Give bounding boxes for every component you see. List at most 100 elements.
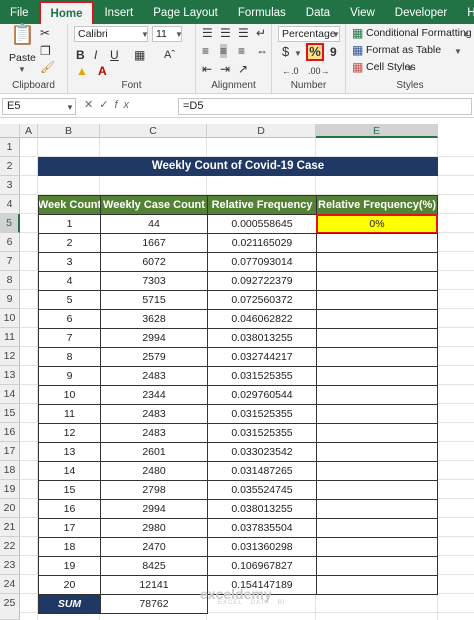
wrap-text-icon[interactable]: ↵ xyxy=(256,26,266,40)
format-as-table-button[interactable]: Format as Table xyxy=(366,44,441,56)
cell-week-count[interactable]: 9 xyxy=(38,366,101,386)
cell-relative-frequency[interactable]: 0.038013255 xyxy=(207,328,317,348)
cell-relative-frequency[interactable]: 0.031487265 xyxy=(207,461,317,481)
enter-icon[interactable]: ✓ xyxy=(99,99,114,111)
cancel-icon[interactable]: ✕ xyxy=(84,99,99,111)
row-header-5[interactable]: 5 xyxy=(0,214,20,233)
align-right-icon[interactable]: ≡ xyxy=(238,44,245,58)
row-header-19[interactable]: 19 xyxy=(0,480,20,499)
sum-label-cell[interactable]: SUM xyxy=(38,594,101,614)
cell-week-count[interactable]: 20 xyxy=(38,575,101,595)
row-header-11[interactable]: 11 xyxy=(0,328,20,347)
align-middle-icon[interactable]: ☰ xyxy=(220,26,231,40)
row-header-16[interactable]: 16 xyxy=(0,423,20,442)
conditional-formatting-button[interactable]: Conditional Formatting xyxy=(366,27,472,39)
tab-file[interactable]: File xyxy=(0,2,39,24)
underline-button[interactable]: U xyxy=(110,48,119,62)
increase-decimal-icon[interactable]: ←.0 xyxy=(282,64,299,78)
cell-weekly-case-count[interactable]: 5715 xyxy=(100,290,208,310)
row-header-14[interactable]: 14 xyxy=(0,385,20,404)
align-bottom-icon[interactable]: ☰ xyxy=(238,26,249,40)
row-header-9[interactable]: 9 xyxy=(0,290,20,309)
cell-week-count[interactable]: 13 xyxy=(38,442,101,462)
active-cell-e5[interactable]: 0% xyxy=(316,214,438,234)
increase-indent-icon[interactable]: ⇥ xyxy=(220,62,230,76)
tab-view[interactable]: View xyxy=(340,2,385,24)
cell-week-count[interactable]: 8 xyxy=(38,347,101,367)
cell-weekly-case-count[interactable]: 2601 xyxy=(100,442,208,462)
align-top-icon[interactable]: ☰ xyxy=(202,26,213,40)
row-header-4[interactable]: 4 xyxy=(0,195,20,214)
font-name-dropdown-icon[interactable]: ▼ xyxy=(141,30,149,39)
column-header-e[interactable]: E xyxy=(316,124,438,138)
cell-relative-frequency[interactable]: 0.035524745 xyxy=(207,480,317,500)
cell-weekly-case-count[interactable]: 2483 xyxy=(100,404,208,424)
header-relative-frequency[interactable]: Relative Frequency xyxy=(207,195,317,215)
row-header-22[interactable]: 22 xyxy=(0,537,20,556)
cell-relative-frequency-percent[interactable] xyxy=(316,537,438,557)
conditional-formatting-dropdown-icon[interactable]: ▼ xyxy=(462,30,470,39)
cell-relative-frequency[interactable]: 0.038013255 xyxy=(207,499,317,519)
cell-relative-frequency[interactable]: 0.031525355 xyxy=(207,366,317,386)
cell-weekly-case-count[interactable]: 2980 xyxy=(100,518,208,538)
cell-week-count[interactable]: 15 xyxy=(38,480,101,500)
cell-relative-frequency-percent[interactable] xyxy=(316,309,438,329)
cell-weekly-case-count[interactable]: 2798 xyxy=(100,480,208,500)
cell-weekly-case-count[interactable]: 2994 xyxy=(100,328,208,348)
row-header-25[interactable]: 25 xyxy=(0,594,20,620)
comma-style-button[interactable]: 9 xyxy=(330,45,337,59)
orientation-icon[interactable]: ↗ xyxy=(238,62,248,76)
cell-week-count[interactable]: 4 xyxy=(38,271,101,291)
cell-relative-frequency[interactable]: 0.033023542 xyxy=(207,442,317,462)
cell-weekly-case-count[interactable]: 2344 xyxy=(100,385,208,405)
cell-relative-frequency-percent[interactable] xyxy=(316,404,438,424)
cell-week-count[interactable]: 17 xyxy=(38,518,101,538)
decrease-decimal-icon[interactable]: .00→ xyxy=(308,64,330,78)
name-box[interactable]: E5 xyxy=(2,98,76,115)
cell-weekly-case-count[interactable]: 2480 xyxy=(100,461,208,481)
cell-relative-frequency-percent[interactable] xyxy=(316,518,438,538)
cell-week-count[interactable]: 16 xyxy=(38,499,101,519)
cell-styles-icon[interactable]: ▦ xyxy=(352,60,363,74)
select-all-corner[interactable] xyxy=(0,124,20,138)
cell-relative-frequency[interactable]: 0.046062822 xyxy=(207,309,317,329)
column-header-b[interactable]: B xyxy=(38,124,100,138)
number-format-dropdown-icon[interactable]: ▼ xyxy=(332,30,340,39)
merge-center-icon[interactable]: ⇔ xyxy=(256,44,268,58)
row-header-8[interactable]: 8 xyxy=(0,271,20,290)
align-left-icon[interactable]: ≡ xyxy=(202,44,209,58)
insert-function-icon[interactable]: fx xyxy=(114,99,135,111)
paste-button[interactable]: Paste xyxy=(9,52,36,64)
paste-icon[interactable]: 📋 xyxy=(10,25,35,45)
cell-relative-frequency-percent[interactable] xyxy=(316,499,438,519)
cell-week-count[interactable]: 11 xyxy=(38,404,101,424)
cell-week-count[interactable]: 6 xyxy=(38,309,101,329)
row-header-13[interactable]: 13 xyxy=(0,366,20,385)
tab-page-layout[interactable]: Page Layout xyxy=(143,2,228,24)
cell-weekly-case-count[interactable]: 2470 xyxy=(100,537,208,557)
currency-button[interactable]: $ xyxy=(282,45,289,59)
cell-relative-frequency-percent[interactable] xyxy=(316,575,438,595)
grow-font-icon[interactable]: Aˆ xyxy=(164,48,175,62)
row-header-21[interactable]: 21 xyxy=(0,518,20,537)
cell-week-count[interactable]: 2 xyxy=(38,233,101,253)
font-size-dropdown-icon[interactable]: ▼ xyxy=(175,30,183,39)
borders-icon[interactable]: ▦ xyxy=(134,48,145,62)
cell-relative-frequency-percent[interactable] xyxy=(316,442,438,462)
cell-weekly-case-count[interactable]: 3628 xyxy=(100,309,208,329)
cell-relative-frequency[interactable]: 0.106967827 xyxy=(207,556,317,576)
row-header-20[interactable]: 20 xyxy=(0,499,20,518)
font-name-select[interactable]: Calibri xyxy=(74,26,148,42)
name-box-dropdown-icon[interactable]: ▼ xyxy=(66,103,74,112)
tab-home[interactable]: Home xyxy=(38,1,95,24)
cut-icon[interactable]: ✂ xyxy=(40,26,50,40)
cell-week-count[interactable]: 1 xyxy=(38,214,101,234)
cell-weekly-case-count[interactable]: 6072 xyxy=(100,252,208,272)
row-header-2[interactable]: 2 xyxy=(0,157,20,176)
bold-button[interactable]: B xyxy=(76,48,85,62)
cell-relative-frequency[interactable]: 0.029760544 xyxy=(207,385,317,405)
sheet-title[interactable]: Weekly Count of Covid-19 Case xyxy=(38,157,438,176)
cell-relative-frequency[interactable]: 0.031525355 xyxy=(207,423,317,443)
cell-relative-frequency-percent[interactable] xyxy=(316,271,438,291)
cell-weekly-case-count[interactable]: 2579 xyxy=(100,347,208,367)
